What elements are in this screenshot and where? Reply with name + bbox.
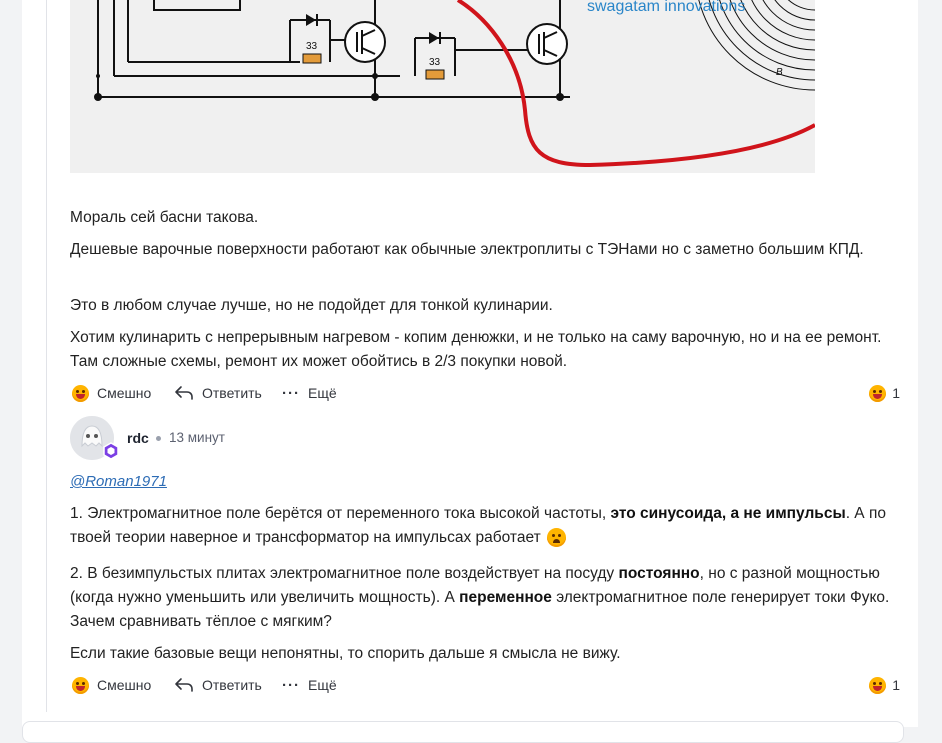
laughing-emoji-icon [869, 676, 887, 694]
reply-button[interactable]: Ответить [174, 673, 262, 697]
bold-text: это синусоида, а не импульсы [610, 505, 846, 522]
reply-arrow-icon [175, 678, 193, 692]
funny-reaction-button[interactable]: Смешно [72, 673, 151, 697]
reply-paragraph-2: 2. В безимпульстых плитах электромагнитн… [70, 562, 900, 634]
resistor-label-2: 33 [429, 57, 441, 68]
resistor-label-1: 33 [306, 41, 318, 52]
reply-label: Ответить [202, 385, 262, 401]
author-name[interactable]: rdc [127, 430, 149, 446]
avatar[interactable] [70, 416, 119, 460]
circuit-diagram: 33 33 B swagatam innovations [70, 0, 815, 173]
post-paragraph-1: Мораль сей басни такова. [70, 209, 259, 226]
more-button[interactable]: ··· Ещё [282, 673, 337, 697]
funny-label: Смешно [97, 385, 152, 401]
laughing-emoji-icon [72, 384, 89, 402]
laughing-emoji-icon [869, 384, 887, 402]
reply-arrow-icon [175, 386, 193, 400]
circuit-image: 33 33 B swagatam innovations [70, 0, 815, 173]
reaction-counter[interactable]: 1 [869, 673, 900, 697]
bold-text: переменное [459, 589, 552, 606]
reaction-counter[interactable]: 1 [869, 381, 900, 405]
post-paragraph-2: Дешевые варочные поверхности работают ка… [70, 241, 864, 258]
separator-dot [156, 436, 161, 441]
thread-line [46, 0, 47, 712]
reply-paragraph-3: Если такие базовые вещи непонятны, то сп… [70, 645, 621, 662]
post-paragraph-3: Это в любом случае лучше, но не подойдет… [70, 297, 553, 314]
reply-label: Ответить [202, 677, 262, 693]
reaction-count: 1 [892, 385, 900, 401]
next-comment-box [22, 721, 904, 743]
post-paragraph-4: Хотим кулинарить с непрерывным нагревом … [70, 329, 882, 370]
mention-link[interactable]: @Roman1971 [70, 470, 167, 494]
comment-time: 13 минут [169, 430, 225, 445]
laughing-emoji-icon [72, 676, 89, 694]
reply-actions: Смешно Ответить ··· Ещё 1 [70, 673, 900, 697]
reply-button[interactable]: Ответить [174, 381, 262, 405]
more-label: Ещё [308, 385, 337, 401]
text-run: 2. В безимпульстых плитах электромагнитн… [70, 565, 619, 582]
reply-paragraph-1: 1. Электромагнитное поле берётся от пере… [70, 502, 900, 550]
more-dots-icon: ··· [282, 676, 300, 694]
hexagon-badge-icon [103, 442, 119, 460]
coil-label: B [776, 67, 783, 78]
funny-reaction-button[interactable]: Смешно [72, 381, 151, 405]
post-actions: Смешно Ответить ··· Ещё 1 [70, 381, 900, 405]
watermark-text: swagatam innovations [587, 0, 745, 15]
bold-text: постоянно [618, 565, 700, 582]
text-run: 1. Электромагнитное поле берётся от пере… [70, 505, 611, 522]
smirk-emoji-icon [546, 528, 566, 547]
reaction-count: 1 [892, 677, 900, 693]
funny-label: Смешно [97, 677, 152, 693]
more-button[interactable]: ··· Ещё [282, 381, 337, 405]
more-label: Ещё [308, 677, 337, 693]
more-dots-icon: ··· [282, 384, 300, 402]
